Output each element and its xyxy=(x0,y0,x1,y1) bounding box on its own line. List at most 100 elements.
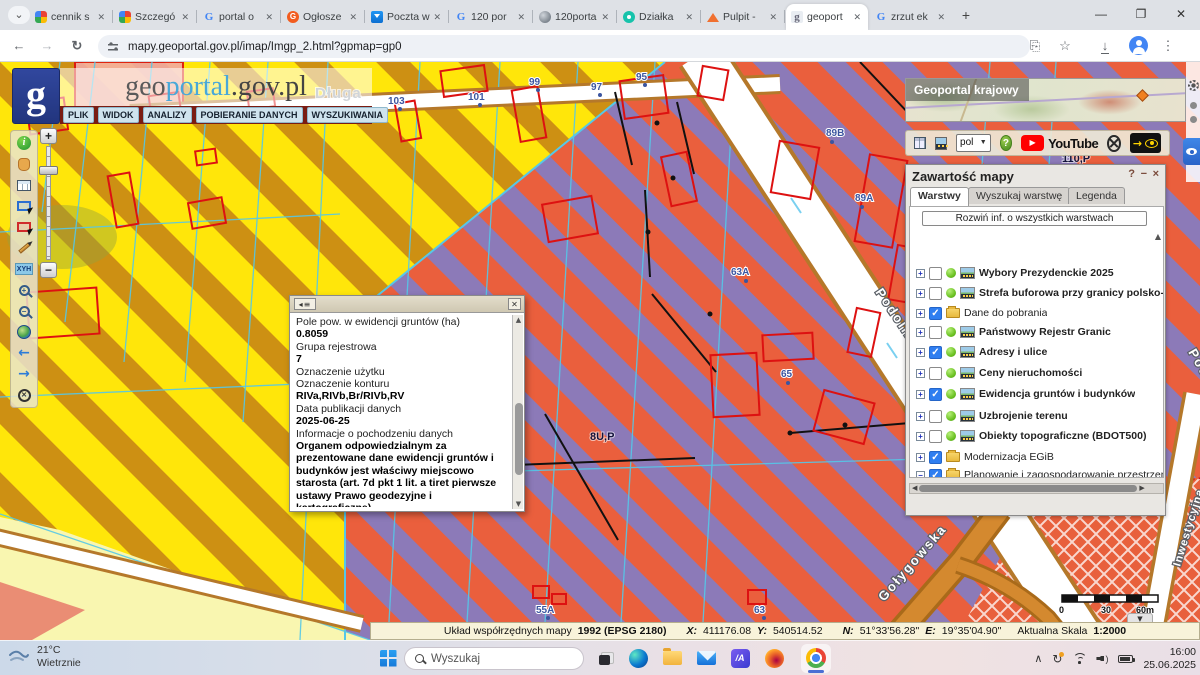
tab-close-icon[interactable]: ✕ xyxy=(683,12,695,23)
clear-button[interactable]: ✕ xyxy=(15,387,33,403)
layer-expander[interactable] xyxy=(916,412,925,421)
taskbar-search[interactable]: Wyszukaj xyxy=(404,647,584,670)
layer-label[interactable]: Uzbrojenie terenu xyxy=(979,410,1068,422)
layer-row[interactable]: Obiekty topograficzne (BDOT500) xyxy=(916,428,1146,444)
sync-icon[interactable]: ↻ xyxy=(1052,652,1062,666)
tab-close-icon[interactable]: ✕ xyxy=(599,12,611,23)
chrome-button[interactable] xyxy=(804,646,828,670)
layer-row[interactable]: Adresy i ulice xyxy=(916,344,1047,360)
layer-label[interactable]: Ewidencja gruntów i budynków xyxy=(979,388,1135,400)
layer-label[interactable]: Wybory Prezydenckie 2025 xyxy=(979,267,1114,279)
layer-label[interactable]: Państwowy Rejestr Granic xyxy=(979,326,1111,338)
edge-button[interactable] xyxy=(626,646,650,670)
slider-handle[interactable] xyxy=(39,166,58,175)
address-bar[interactable]: mapy.geoportal.gov.pl/imap/Imgp_2.html?g… xyxy=(98,35,1030,58)
edge-tool-icon[interactable] xyxy=(1190,102,1197,109)
task-view-button[interactable] xyxy=(594,646,618,670)
window-close-button[interactable]: ✕ xyxy=(1162,0,1200,29)
panel-minimize-button[interactable]: − xyxy=(1141,169,1147,180)
scrollbar-thumb[interactable] xyxy=(515,403,523,475)
layer-row[interactable]: Planowanie i zagospodarowanie przestrzen… xyxy=(916,467,1164,478)
browser-tab[interactable]: G120 por✕ xyxy=(450,4,532,30)
tab-close-icon[interactable]: ✕ xyxy=(95,12,107,23)
tab-search-button[interactable]: ⌄ xyxy=(8,6,30,24)
tab-close-icon[interactable]: ✕ xyxy=(179,12,191,23)
identify-button[interactable]: i xyxy=(15,135,33,151)
layer-expander[interactable] xyxy=(916,348,925,357)
tab-close-icon[interactable]: ✕ xyxy=(935,12,947,23)
panel-close-button[interactable]: × xyxy=(1153,169,1159,180)
layer-row[interactable]: Ewidencja gruntów i budynków xyxy=(916,386,1135,402)
bookmark-star-icon[interactable]: ☆ xyxy=(1055,36,1075,56)
scroll-left-icon[interactable]: ◀ xyxy=(910,484,919,493)
pan-button[interactable] xyxy=(15,156,33,172)
edge-tool-icon[interactable] xyxy=(1190,116,1197,123)
layer-checkbox[interactable] xyxy=(929,346,942,359)
legend-table-icon[interactable] xyxy=(914,137,926,149)
layer-label[interactable]: Obiekty topograficzne (BDOT500) xyxy=(979,430,1146,442)
tab-wyszukaj-warstwe[interactable]: Wyszukaj warstwę xyxy=(968,187,1070,204)
browser-tab[interactable]: Działka✕ xyxy=(618,4,700,30)
horizontal-scrollbar[interactable]: ◀ ▶ xyxy=(909,483,1164,494)
firefox-button[interactable] xyxy=(762,646,786,670)
tab-warstwy[interactable]: Warstwy xyxy=(910,187,969,206)
browser-tab[interactable]: GOgłosze✕ xyxy=(282,4,364,30)
gear-icon[interactable] xyxy=(1188,80,1199,91)
file-explorer-button[interactable] xyxy=(660,646,684,670)
reload-button[interactable]: ↻ xyxy=(66,35,88,57)
layer-label[interactable]: Planowanie i zagospodarowanie przestrzen… xyxy=(964,469,1164,478)
new-tab-button[interactable]: + xyxy=(956,7,976,25)
select-red-rect-button[interactable] xyxy=(15,219,33,235)
layer-row[interactable]: Modernizacja EGiB xyxy=(916,449,1054,465)
layer-expander[interactable] xyxy=(916,453,925,462)
slider-zoom-in-button[interactable]: + xyxy=(40,128,57,144)
menu-pobieranie-danych[interactable]: POBIERANIE DANYCH xyxy=(196,107,303,123)
layer-row[interactable]: Ceny nieruchomości xyxy=(916,365,1082,381)
browser-tab[interactable]: Poczta w✕ xyxy=(366,4,448,30)
expand-all-button[interactable]: Rozwiń inf. o wszystkich warstwach xyxy=(922,211,1147,226)
layer-checkbox[interactable] xyxy=(929,430,942,443)
tab-close-icon[interactable]: ✕ xyxy=(767,12,779,23)
browser-tab[interactable]: Gportal o✕ xyxy=(198,4,280,30)
layer-checkbox[interactable] xyxy=(929,367,942,380)
visibility-tab[interactable] xyxy=(1183,138,1200,165)
layer-expander[interactable] xyxy=(916,471,925,479)
scroll-up-icon[interactable]: ▲ xyxy=(1155,233,1161,241)
layer-checkbox[interactable] xyxy=(929,410,942,423)
back-button[interactable]: ← xyxy=(8,35,30,57)
draw-measure-button[interactable] xyxy=(15,240,33,256)
layer-label[interactable]: Strefa buforowa przy granicy polsko-biał… xyxy=(979,287,1164,299)
install-app-icon[interactable]: ⎘ xyxy=(1025,36,1045,56)
layer-label[interactable]: Ceny nieruchomości xyxy=(979,367,1082,379)
layer-checkbox[interactable] xyxy=(929,267,942,280)
wifi-icon[interactable] xyxy=(1072,653,1086,664)
window-maximize-button[interactable]: ❐ xyxy=(1122,0,1160,29)
layer-expander[interactable] xyxy=(916,309,925,318)
layer-expander[interactable] xyxy=(916,269,925,278)
results-list-icon[interactable]: ◂≡ xyxy=(294,298,316,310)
browser-tab-active[interactable]: ggeoport✕ xyxy=(786,4,868,30)
layer-label[interactable]: Adresy i ulice xyxy=(979,346,1047,358)
browser-tab[interactable]: Gzrzut ek✕ xyxy=(870,4,952,30)
layer-checkbox[interactable] xyxy=(929,326,942,339)
taskbar-clock[interactable]: 16:00 25.06.2025 xyxy=(1143,646,1196,672)
panel-help-button[interactable]: ? xyxy=(1128,169,1135,180)
tab-legenda[interactable]: Legenda xyxy=(1068,187,1125,204)
slider-track[interactable] xyxy=(46,146,51,260)
popup-scrollbar[interactable]: ▲ ▼ xyxy=(512,315,523,509)
slider-zoom-out-button[interactable]: − xyxy=(40,262,57,278)
layer-checkbox[interactable] xyxy=(929,307,942,320)
select-rect-button[interactable] xyxy=(15,198,33,214)
layer-row[interactable]: Wybory Prezydenckie 2025 xyxy=(916,265,1114,281)
start-button[interactable] xyxy=(376,646,400,670)
layer-expander[interactable] xyxy=(916,390,925,399)
profile-avatar[interactable] xyxy=(1129,36,1148,55)
next-view-button[interactable]: → xyxy=(15,366,33,382)
window-minimize-button[interactable]: — xyxy=(1082,0,1120,29)
speaker-icon[interactable] xyxy=(1096,654,1108,664)
tab-close-icon[interactable]: ✕ xyxy=(347,12,359,23)
full-extent-button[interactable] xyxy=(15,324,33,340)
forward-button[interactable]: → xyxy=(36,35,58,57)
popup-close-button[interactable]: ✕ xyxy=(508,298,521,310)
previous-view-button[interactable]: ← xyxy=(15,345,33,361)
